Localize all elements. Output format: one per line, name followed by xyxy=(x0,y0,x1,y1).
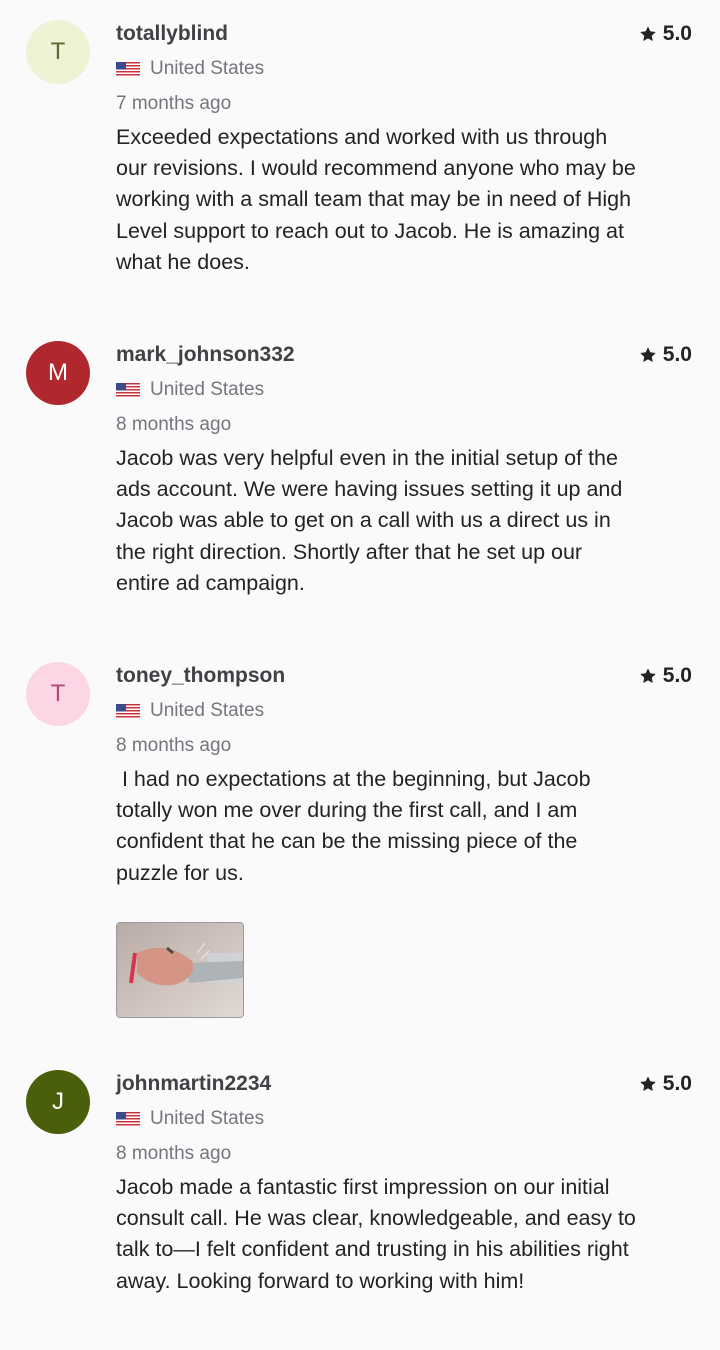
us-flag-icon xyxy=(116,61,140,77)
reviewer-username[interactable]: mark_johnson332 xyxy=(116,341,295,369)
star-icon xyxy=(640,26,656,42)
reviewer-country: United States xyxy=(116,1107,264,1131)
star-icon xyxy=(640,668,656,684)
country-name: United States xyxy=(150,58,265,79)
rating-value: 5.0 xyxy=(662,664,692,687)
avatar[interactable]: T xyxy=(26,20,90,84)
avatar[interactable]: J xyxy=(26,1070,90,1134)
reviewer-country: United States xyxy=(116,699,264,723)
avatar[interactable]: T xyxy=(26,662,90,726)
rating-value: 5.0 xyxy=(662,343,692,366)
rating-value: 5.0 xyxy=(662,22,692,45)
review-attachment-thumbnail[interactable] xyxy=(116,922,244,1018)
us-flag-icon xyxy=(116,1111,140,1127)
us-flag-icon xyxy=(116,382,140,398)
review-time: 8 months ago xyxy=(116,735,232,756)
country-name: United States xyxy=(150,700,265,721)
review-text: I had no expectations at the beginning, … xyxy=(116,767,591,885)
attachment-image xyxy=(117,923,243,1017)
review-text: Jacob was very helpful even in the initi… xyxy=(116,446,623,595)
reviewer-username[interactable]: totallyblind xyxy=(116,20,228,48)
review-text: Exceeded expectations and worked with us… xyxy=(116,125,636,274)
reviewer-country: United States xyxy=(116,57,264,81)
rating: 5.0 xyxy=(639,341,692,369)
reviewer-username[interactable]: toney_thompson xyxy=(116,662,285,690)
review-time: 8 months ago xyxy=(116,414,232,435)
rating: 5.0 xyxy=(639,20,692,48)
rating: 5.0 xyxy=(639,662,692,690)
country-name: United States xyxy=(150,379,265,400)
country-name: United States xyxy=(150,1108,265,1129)
review-time: 8 months ago xyxy=(116,1143,232,1164)
rating-value: 5.0 xyxy=(662,1072,692,1095)
star-icon xyxy=(640,347,656,363)
reviewer-username[interactable]: johnmartin2234 xyxy=(116,1070,271,1098)
star-icon xyxy=(640,1076,656,1092)
review-time: 7 months ago xyxy=(116,93,232,114)
avatar[interactable]: M xyxy=(26,341,90,405)
review-text: Jacob made a fantastic first impression … xyxy=(116,1175,636,1293)
reviewer-country: United States xyxy=(116,378,264,402)
rating: 5.0 xyxy=(639,1070,692,1098)
us-flag-icon xyxy=(116,703,140,719)
